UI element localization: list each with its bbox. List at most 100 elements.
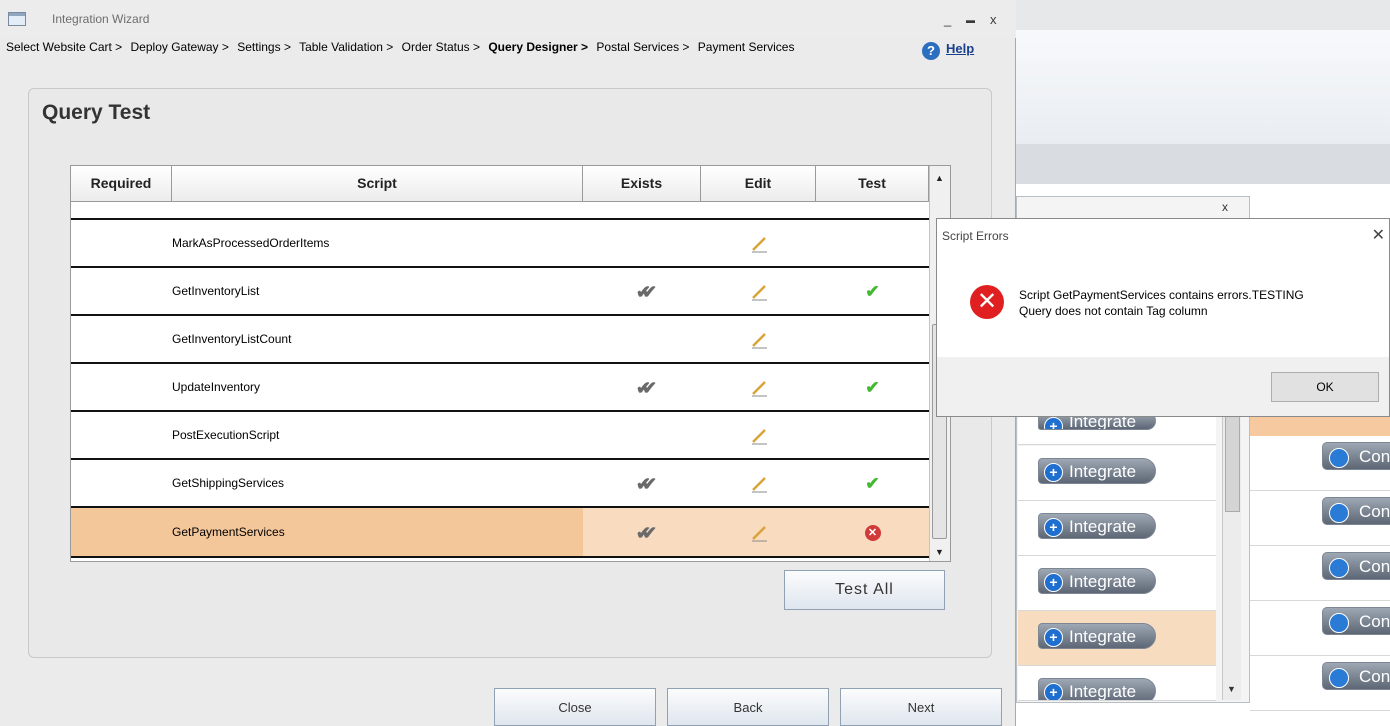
close-icon[interactable]: ✕: [1372, 225, 1385, 245]
back-button[interactable]: Back: [667, 688, 829, 726]
background-list-item: Con: [1250, 491, 1390, 546]
config-button[interactable]: Con: [1322, 552, 1390, 580]
crumb-order-status[interactable]: Order Status >: [402, 40, 480, 54]
script-grid: Required Script Exists Edit Test MarkAsP…: [70, 165, 951, 562]
script-name: GetInventoryListCount: [172, 332, 292, 346]
script-name: UpdateInventory: [172, 380, 261, 394]
pencil-icon[interactable]: [750, 331, 768, 349]
dialog-message-line: Query does not contain Tag column: [1019, 304, 1208, 318]
help-link[interactable]: Help: [946, 41, 974, 56]
table-row[interactable]: GetInventoryListCount: [71, 316, 929, 364]
maximize-button[interactable]: ▬: [966, 15, 975, 25]
background-panel-close-button[interactable]: x: [1222, 200, 1228, 214]
edit-cell[interactable]: [701, 316, 816, 362]
config-button[interactable]: Con: [1322, 607, 1390, 635]
edit-cell[interactable]: [701, 460, 816, 506]
pencil-icon[interactable]: [750, 283, 768, 301]
table-row[interactable]: UpdateInventory ✔✔ ✔: [71, 364, 929, 412]
column-header-edit[interactable]: Edit: [701, 166, 816, 201]
integrate-button[interactable]: + Integrate: [1038, 623, 1156, 649]
edit-cell[interactable]: [701, 508, 816, 556]
background-list-item: Con: [1250, 601, 1390, 656]
scroll-down-arrow-icon[interactable]: ▼: [1227, 684, 1236, 694]
background-ribbon: [1016, 30, 1390, 145]
close-window-button[interactable]: x: [990, 12, 997, 27]
ok-button[interactable]: OK: [1271, 372, 1379, 402]
table-row[interactable]: [71, 202, 929, 220]
dialog-title: Script Errors: [942, 229, 1009, 243]
config-button[interactable]: Con: [1322, 662, 1390, 690]
grid-body: MarkAsProcessedOrderItems GetInventoryLi…: [71, 202, 929, 561]
plus-icon: +: [1044, 463, 1063, 482]
minimize-button[interactable]: _: [944, 12, 951, 27]
edit-cell[interactable]: [701, 268, 816, 314]
scroll-down-arrow-icon[interactable]: ▼: [935, 547, 944, 557]
integrate-button[interactable]: + Integrate: [1038, 568, 1156, 594]
check-icon: ✔: [865, 281, 880, 301]
scrollbar-thumb[interactable]: [1225, 410, 1240, 512]
column-header-exists[interactable]: Exists: [583, 166, 701, 201]
background-topbar: [1016, 0, 1390, 30]
double-check-icon: ✔✔: [635, 522, 657, 543]
table-row[interactable]: PostExecutionScript: [71, 412, 929, 460]
column-header-test[interactable]: Test: [816, 166, 929, 201]
edit-cell[interactable]: [701, 220, 816, 266]
dialog-message-line: Script GetPaymentServices contains error…: [1019, 288, 1304, 302]
check-icon: ✔: [865, 377, 880, 397]
exists-cell: ✔✔: [583, 364, 701, 410]
background-scrollbar[interactable]: ▼: [1222, 380, 1241, 700]
background-list-item: + Integrate: [1018, 556, 1216, 611]
script-errors-dialog: Script Errors ✕ ✕ Script GetPaymentServi…: [936, 218, 1390, 417]
next-button[interactable]: Next: [840, 688, 1002, 726]
edit-cell[interactable]: [701, 412, 816, 458]
error-icon: ✕: [970, 285, 1004, 319]
crumb-select-website-cart[interactable]: Select Website Cart >: [6, 40, 122, 54]
column-header-script[interactable]: Script: [172, 166, 583, 201]
table-row[interactable]: MarkAsProcessedOrderItems: [71, 220, 929, 268]
dialog-footer: OK: [937, 357, 1389, 416]
background-list-item: Con: [1250, 546, 1390, 601]
edit-cell[interactable]: [701, 364, 816, 410]
script-name: GetPaymentServices: [172, 525, 285, 539]
grid-header: Required Script Exists Edit Test: [71, 166, 929, 202]
config-button[interactable]: Con: [1322, 442, 1390, 470]
exists-cell: ✔✔: [583, 508, 701, 556]
integrate-button[interactable]: + Integrate: [1038, 678, 1156, 700]
pencil-icon[interactable]: [750, 427, 768, 445]
crumb-settings[interactable]: Settings >: [237, 40, 291, 54]
table-row[interactable]: GetInventoryList ✔✔ ✔: [71, 268, 929, 316]
crumb-table-validation[interactable]: Table Validation >: [299, 40, 393, 54]
window-title: Integration Wizard: [52, 12, 150, 26]
table-row[interactable]: GetShippingServices ✔✔ ✔: [71, 460, 929, 508]
crumb-payment-services[interactable]: Payment Services: [698, 40, 795, 54]
scroll-up-arrow-icon[interactable]: ▲: [935, 173, 944, 183]
table-row-selected[interactable]: GetPaymentServices ✔✔ ✕: [71, 508, 929, 558]
crumb-deploy-gateway[interactable]: Deploy Gateway >: [131, 40, 229, 54]
crumb-postal-services[interactable]: Postal Services >: [596, 40, 689, 54]
exists-cell: ✔✔: [583, 268, 701, 314]
background-list-item: + Integrate: [1018, 611, 1216, 666]
integration-wizard-window: Integration Wizard _ ▬ x Select Website …: [0, 0, 1016, 726]
config-button[interactable]: Con: [1322, 497, 1390, 525]
plus-icon: +: [1044, 573, 1063, 592]
window-icon: [8, 12, 26, 26]
crumb-query-designer[interactable]: Query Designer >: [488, 40, 588, 54]
dialog-message: Script GetPaymentServices contains error…: [1019, 287, 1379, 319]
title-bar: Integration Wizard _ ▬ x: [0, 0, 1016, 38]
background-strip: [1016, 144, 1390, 184]
close-button[interactable]: Close: [494, 688, 656, 726]
column-header-required[interactable]: Required: [71, 166, 172, 201]
help-icon[interactable]: ?: [922, 42, 940, 60]
test-all-button[interactable]: Test All: [784, 570, 945, 610]
config-icon: [1329, 668, 1349, 688]
plus-icon: +: [1044, 628, 1063, 647]
pencil-icon[interactable]: [750, 379, 768, 397]
background-list-item: + Integrate: [1018, 666, 1216, 701]
background-list-item: + Integrate: [1018, 446, 1216, 501]
pencil-icon[interactable]: [750, 235, 768, 253]
pencil-icon[interactable]: [750, 524, 768, 542]
integrate-button[interactable]: + Integrate: [1038, 513, 1156, 539]
plus-icon: +: [1044, 683, 1063, 700]
pencil-icon[interactable]: [750, 475, 768, 493]
integrate-button[interactable]: + Integrate: [1038, 458, 1156, 484]
